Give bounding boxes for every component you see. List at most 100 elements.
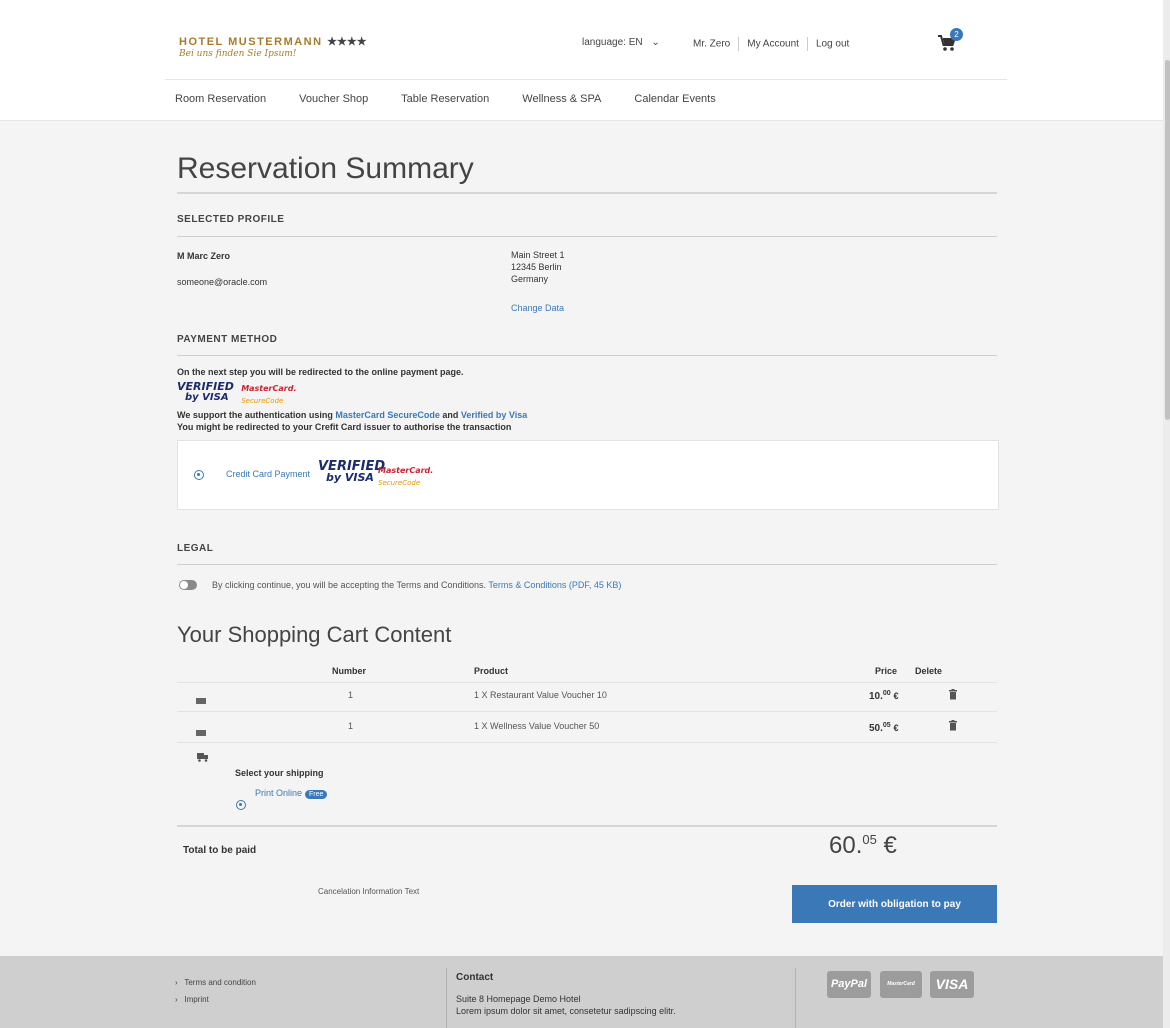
page-scrollbar[interactable] (1163, 0, 1170, 1028)
footer: › Terms and condition › Imprint Contact … (0, 956, 1170, 1028)
support-and: and (439, 410, 461, 420)
main-nav: Room Reservation Voucher Shop Table Rese… (175, 93, 746, 105)
row-product: 1 X Restaurant Value Voucher 10 (474, 690, 607, 700)
total-amount: 60.05 € (829, 832, 897, 859)
support-text: We support the authentication using (177, 410, 336, 420)
table-row (196, 725, 206, 739)
payment-divider (177, 355, 997, 356)
title-divider (177, 192, 997, 194)
brand-name: HOTEL MUSTERMANN (179, 36, 323, 48)
total-label: Total to be paid (183, 845, 257, 856)
brand-stars: ★★★★ (327, 36, 367, 48)
trash-icon[interactable] (948, 720, 958, 731)
row-divider (177, 742, 997, 743)
profile-divider (177, 236, 997, 237)
nav-voucher-shop[interactable]: Voucher Shop (299, 93, 368, 105)
contact-heading: Contact (456, 972, 494, 983)
print-online-radio[interactable] (236, 800, 246, 810)
legal-text: By clicking continue, you will be accept… (212, 580, 486, 590)
col-delete: Delete (915, 666, 943, 676)
user-menu: Mr. Zero My Account Log out (693, 37, 849, 51)
footer-link-terms[interactable]: › Terms and condition (175, 974, 256, 991)
page-title: Reservation Summary (177, 152, 474, 185)
change-data-link[interactable]: Change Data (511, 303, 564, 313)
site-header: HOTEL MUSTERMANN ★★★★ Bei uns finden Sie… (0, 0, 1170, 121)
my-account-link[interactable]: My Account (747, 39, 799, 50)
cart-button[interactable]: 2 (937, 28, 963, 54)
row-divider (177, 711, 997, 712)
profile-email: someone@oracle.com (177, 277, 268, 287)
reservation-summary: Reservation Summary SELECTED PROFILE M M… (177, 120, 999, 923)
divider (738, 37, 740, 51)
chevron-down-icon: ⌄ (651, 37, 660, 48)
header-divider (165, 79, 1007, 80)
address-line-3: Germany (511, 274, 549, 284)
mastercard-logo: MasterCard (880, 971, 922, 998)
total-divider (177, 825, 997, 827)
cart-title: Your Shopping Cart Content (177, 622, 452, 647)
shipping-option[interactable]: Print Online Free (255, 788, 328, 799)
legal-text-row: By clicking continue, you will be accept… (212, 580, 621, 590)
legal-divider (177, 564, 997, 565)
issuer-note: You might be redirected to your Crefit C… (177, 422, 512, 432)
verified-by-visa-logo: VERIFIED by VISA (318, 459, 386, 485)
row-product: 1 X Wellness Value Voucher 50 (474, 721, 600, 731)
row-price: 10.00 € (869, 690, 899, 702)
row-price: 50.05 € (869, 722, 899, 734)
terms-pdf-link[interactable]: Terms & Conditions (PDF, 45 KB) (488, 580, 621, 590)
payment-option-box: Credit Card Payment VERIFIED by VISA Mast… (177, 440, 999, 510)
col-product: Product (474, 666, 509, 676)
language-selector[interactable]: language: EN ⌄ (582, 37, 660, 48)
footer-links: › Terms and condition › Imprint (175, 974, 256, 1008)
order-button[interactable]: Order with obligation to pay (792, 885, 997, 923)
mastercard-securecode-logo: MasterCard. SecureCode (378, 466, 434, 487)
nav-calendar-events[interactable]: Calendar Events (634, 93, 715, 105)
divider (806, 37, 808, 51)
visa-logo: VISA (930, 971, 974, 998)
contact-line-1: Suite 8 Homepage Demo Hotel (456, 994, 581, 1004)
logout-link[interactable]: Log out (816, 39, 849, 50)
credit-card-label[interactable]: Credit Card Payment (226, 469, 310, 479)
credit-card-radio[interactable] (194, 470, 204, 480)
footer-divider (795, 968, 796, 1028)
col-number: Number (332, 666, 367, 676)
terms-toggle[interactable] (179, 580, 197, 590)
mastercard-securecode-logo: MasterCard. SecureCode (241, 384, 297, 405)
cart-count-badge: 2 (950, 28, 963, 41)
mastercard-securecode-link[interactable]: MasterCard SecureCode (335, 410, 440, 420)
user-name-link[interactable]: Mr. Zero (693, 39, 730, 50)
nav-room-reservation[interactable]: Room Reservation (175, 93, 266, 105)
redirect-note: On the next step you will be redirected … (177, 367, 464, 377)
nav-wellness-spa[interactable]: Wellness & SPA (522, 93, 601, 105)
language-label: language: EN (582, 37, 643, 48)
row-divider (177, 682, 997, 683)
cancel-info: Cancelation Information Text (318, 887, 420, 896)
contact-line-2: Lorem ipsum dolor sit amet, consetetur s… (456, 1006, 676, 1016)
brand-tagline: Bei uns finden Sie Ipsum! (179, 49, 297, 59)
footer-contact: Contact Suite 8 Homepage Demo Hotel Lore… (456, 972, 676, 1017)
voucher-icon (196, 730, 206, 736)
address-line-1: Main Street 1 (511, 250, 565, 260)
legal-heading: LEGAL (177, 543, 214, 554)
verified-by-visa-link[interactable]: Verified by Visa (461, 410, 527, 420)
profile-address: Main Street 1 12345 Berlin Germany (511, 249, 565, 285)
nav-table-reservation[interactable]: Table Reservation (401, 93, 489, 105)
paypal-logo: PayPal (827, 971, 871, 998)
row-number: 1 (348, 721, 354, 731)
voucher-icon (196, 698, 206, 704)
table-row (196, 693, 206, 707)
profile-name: M Marc Zero (177, 251, 231, 261)
profile-heading: SELECTED PROFILE (177, 214, 285, 225)
shipping-label: Select your shipping (235, 768, 324, 778)
row-number: 1 (348, 690, 354, 700)
truck-icon (197, 753, 208, 762)
footer-link-imprint[interactable]: › Imprint (175, 991, 256, 1008)
col-price: Price (875, 666, 898, 676)
brand-logo[interactable]: HOTEL MUSTERMANN ★★★★ Bei uns finden Sie… (179, 35, 367, 59)
trash-icon[interactable] (948, 689, 958, 700)
payment-security-logos: VERIFIED by VISA MasterCard. SecureCode (177, 381, 296, 405)
payment-heading: PAYMENT METHOD (177, 334, 278, 345)
free-badge: Free (305, 790, 328, 799)
address-line-2: 12345 Berlin (511, 262, 562, 272)
scrollbar-thumb[interactable] (1165, 60, 1170, 420)
